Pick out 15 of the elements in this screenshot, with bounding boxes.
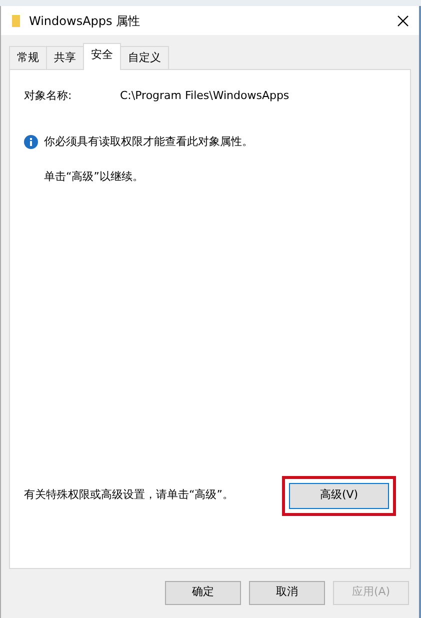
- object-name-value: C:\Program Files\WindowsApps: [120, 88, 290, 104]
- object-name-label: 对象名称:: [24, 88, 73, 104]
- advanced-note: 有关特殊权限或高级设置，请单击“高级”。: [24, 487, 234, 504]
- window-title: WindowsApps 属性: [29, 12, 140, 30]
- dialog-button[interactable]: 确定: [165, 580, 241, 604]
- close-icon[interactable]: [397, 14, 409, 26]
- tab[interactable]: 安全: [83, 43, 121, 70]
- dialog-button[interactable]: 取消: [249, 580, 325, 604]
- folder-icon: [11, 14, 21, 28]
- tab[interactable]: 自定义: [120, 46, 169, 70]
- info-icon: [24, 135, 38, 150]
- hint-text: 单击“高级”以继续。: [44, 170, 144, 182]
- info-message: 你必须具有读取权限才能查看此对象属性。: [44, 134, 253, 150]
- tab[interactable]: 常规: [9, 46, 47, 70]
- advanced-button[interactable]: 高级(V): [289, 482, 389, 508]
